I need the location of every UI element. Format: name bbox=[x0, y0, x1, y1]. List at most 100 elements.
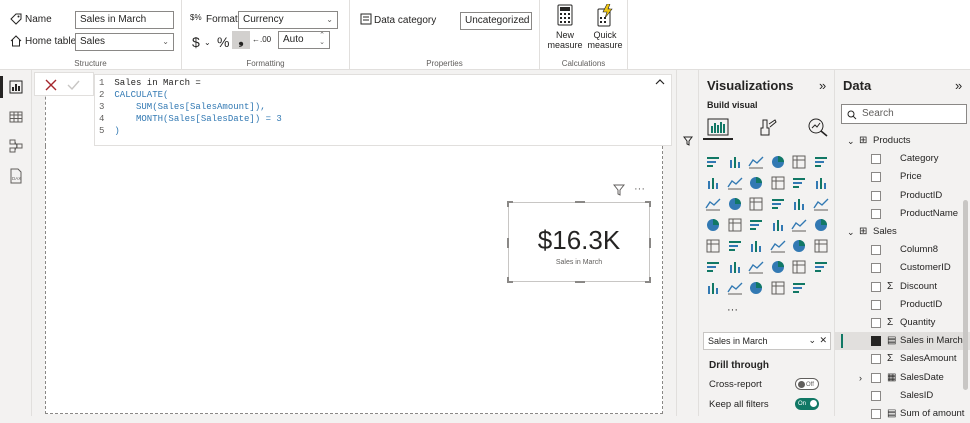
field-row[interactable]: SalesID bbox=[835, 387, 970, 405]
more-visuals-icon[interactable]: ··· bbox=[727, 304, 738, 316]
metrics-icon[interactable] bbox=[770, 280, 786, 296]
resize-handle[interactable] bbox=[575, 277, 585, 283]
more-options-icon[interactable]: ··· bbox=[634, 183, 645, 195]
home-table-select[interactable]: Sales ⌄ bbox=[75, 33, 174, 51]
field-checkbox[interactable] bbox=[871, 336, 881, 347]
dax-query-view-icon[interactable]: DAX bbox=[8, 168, 24, 184]
area-chart-icon[interactable] bbox=[727, 175, 743, 191]
python-visual-icon[interactable] bbox=[705, 259, 721, 275]
line-clustered-column-chart-icon[interactable] bbox=[791, 175, 807, 191]
slicer-icon[interactable] bbox=[748, 238, 764, 254]
field-row[interactable]: Price bbox=[835, 168, 970, 186]
field-checkbox[interactable] bbox=[871, 299, 881, 310]
collapse-visualizations-icon[interactable]: » bbox=[819, 78, 826, 93]
navigation-icon[interactable] bbox=[770, 217, 786, 233]
resize-handle[interactable] bbox=[645, 238, 651, 248]
stacked-area-chart-icon[interactable] bbox=[748, 175, 764, 191]
cross-report-toggle[interactable]: Off bbox=[795, 378, 819, 390]
resize-handle[interactable] bbox=[507, 201, 513, 207]
r-visual-icon[interactable] bbox=[813, 238, 829, 254]
field-checkbox[interactable] bbox=[871, 154, 881, 165]
currency-dropdown-icon[interactable]: ⌄ bbox=[204, 38, 211, 47]
multi-row-card-icon[interactable] bbox=[705, 238, 721, 254]
treemap-icon[interactable] bbox=[813, 196, 829, 212]
gauge-icon[interactable] bbox=[791, 217, 807, 233]
comma-button[interactable]: ❟ bbox=[232, 31, 250, 49]
filter-icon[interactable] bbox=[613, 184, 625, 196]
data-category-select[interactable]: Uncategorized ⌄ bbox=[460, 12, 532, 30]
card-visual[interactable]: $16.3K Sales in March bbox=[507, 201, 651, 283]
keep-filters-toggle[interactable]: On bbox=[795, 398, 819, 410]
line-chart-icon[interactable] bbox=[705, 175, 721, 191]
pie-chart-icon[interactable] bbox=[770, 196, 786, 212]
table-row[interactable]: ⌄ ⊞ Sales bbox=[835, 223, 970, 241]
waterfall-chart-icon[interactable] bbox=[705, 196, 721, 212]
field-row[interactable]: ▤ Sales in March bbox=[835, 332, 970, 351]
matrix-icon[interactable] bbox=[791, 238, 807, 254]
table-row[interactable]: ⌄ ⊞ Products bbox=[835, 132, 970, 150]
quick-measure-button[interactable]: Quick measure bbox=[586, 4, 624, 50]
chevron-right-icon[interactable]: › bbox=[859, 369, 862, 387]
chevron-down-icon[interactable]: ⌄ bbox=[847, 132, 855, 150]
collapse-formula-icon[interactable] bbox=[655, 78, 665, 86]
chevron-down-icon[interactable]: ⌄ bbox=[808, 335, 816, 346]
spinner-arrows-icon[interactable]: ⌃ ⌄ bbox=[319, 32, 325, 46]
search-input[interactable]: Search bbox=[841, 104, 967, 124]
collapse-data-icon[interactable]: » bbox=[955, 78, 962, 93]
100-stacked-column-chart-icon[interactable] bbox=[813, 154, 829, 170]
decomposition-tree-icon[interactable] bbox=[748, 259, 764, 275]
clustered-bar-chart-icon[interactable] bbox=[748, 154, 764, 170]
field-checkbox[interactable] bbox=[871, 354, 881, 365]
report-view-icon[interactable] bbox=[8, 79, 24, 95]
field-checkbox[interactable] bbox=[871, 372, 881, 383]
field-checkbox[interactable] bbox=[871, 318, 881, 328]
key-influencers-icon[interactable] bbox=[727, 259, 743, 275]
cancel-icon[interactable] bbox=[45, 79, 57, 91]
power-apps-icon[interactable] bbox=[727, 280, 743, 296]
model-view-icon[interactable] bbox=[8, 138, 24, 154]
percent-button[interactable]: % bbox=[217, 34, 229, 50]
card-icon[interactable] bbox=[813, 217, 829, 233]
decimal-button[interactable]: ←.00 bbox=[252, 35, 271, 44]
field-row[interactable]: CustomerID bbox=[835, 259, 970, 277]
field-checkbox[interactable] bbox=[871, 409, 881, 419]
scatter-chart-icon[interactable] bbox=[748, 196, 764, 212]
format-select[interactable]: Currency ⌄ bbox=[238, 11, 338, 29]
format-visual-tab-icon[interactable] bbox=[755, 116, 781, 138]
narrative-icon[interactable] bbox=[791, 259, 807, 275]
field-checkbox[interactable] bbox=[871, 245, 881, 256]
clustered-column-chart-icon[interactable] bbox=[770, 154, 786, 170]
stacked-bar-chart-icon[interactable] bbox=[705, 154, 721, 170]
chevron-down-icon[interactable]: ⌄ bbox=[847, 223, 855, 241]
analytics-tab-icon[interactable] bbox=[805, 116, 831, 138]
donut-chart-icon[interactable] bbox=[791, 196, 807, 212]
currency-button[interactable]: $ bbox=[192, 34, 200, 50]
field-checkbox[interactable] bbox=[871, 208, 881, 219]
table-view-icon[interactable] bbox=[8, 109, 24, 125]
field-checkbox[interactable] bbox=[871, 190, 881, 201]
field-checkbox[interactable] bbox=[871, 263, 881, 274]
qa-icon[interactable] bbox=[770, 259, 786, 275]
filters-pane-collapsed[interactable] bbox=[676, 70, 698, 416]
stacked-column-chart-icon[interactable] bbox=[727, 154, 743, 170]
diamond-icon[interactable] bbox=[791, 280, 807, 296]
resize-handle[interactable] bbox=[645, 201, 651, 207]
field-row[interactable]: Σ Quantity bbox=[835, 314, 970, 332]
power-automate-icon[interactable] bbox=[748, 280, 764, 296]
trophy-icon[interactable] bbox=[705, 280, 721, 296]
map-icon[interactable] bbox=[705, 217, 721, 233]
field-row[interactable]: ProductID bbox=[835, 296, 970, 314]
field-row[interactable]: Σ SalesAmount bbox=[835, 350, 970, 368]
field-checkbox[interactable] bbox=[871, 172, 881, 183]
field-row[interactable]: Category bbox=[835, 150, 970, 168]
field-row[interactable]: Σ Discount bbox=[835, 278, 970, 296]
ribbon-chart-icon[interactable] bbox=[813, 175, 829, 191]
commit-icon[interactable] bbox=[67, 79, 80, 91]
field-checkbox[interactable] bbox=[871, 390, 881, 401]
resize-handle[interactable] bbox=[645, 277, 651, 283]
dax-editor[interactable]: 1 Sales in March = 2 CALCULATE( 3 SUM(Sa… bbox=[94, 74, 672, 146]
decimals-spinner[interactable]: Auto ⌃ ⌄ bbox=[278, 31, 330, 49]
field-well[interactable]: Sales in March ⌄ ✕ bbox=[703, 332, 831, 350]
field-row[interactable]: ▤ Sum of amount bbox=[835, 405, 970, 423]
100-stacked-bar-chart-icon[interactable] bbox=[791, 154, 807, 170]
